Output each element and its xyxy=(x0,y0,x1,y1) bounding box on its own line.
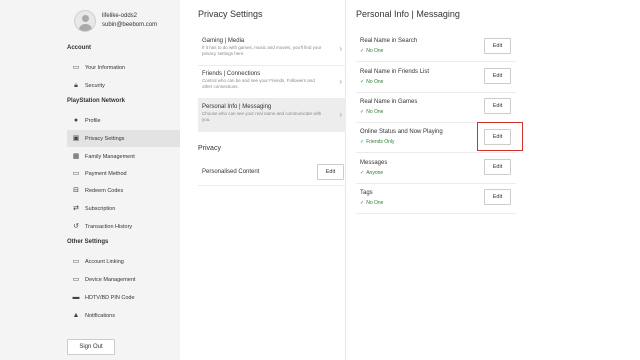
tv-icon: ▬ xyxy=(72,294,80,301)
sidebar-item-your-information[interactable]: ▭ Your Information xyxy=(67,59,180,76)
setting-name: Real Name in Games xyxy=(360,99,418,105)
sidebar-item-security[interactable]: 🔒︎ Security xyxy=(67,77,180,94)
edit-button-real-name-games[interactable]: Edit xyxy=(484,98,511,114)
bell-icon: ▲ xyxy=(72,312,80,319)
check-icon: ✓ xyxy=(360,109,365,115)
sidebar-item-family-management[interactable]: ▦ Family Management xyxy=(67,148,180,165)
privacy-heading: Privacy xyxy=(198,145,221,152)
profile-icon: ● xyxy=(73,117,79,124)
privacy-item-desc: If it has to do with games, music and mo… xyxy=(202,45,322,56)
privacy-item-desc: Control who can be and see your Friends,… xyxy=(202,78,315,89)
setting-name: Real Name in Friends List xyxy=(360,69,430,75)
personal-info-title: Personal Info | Messaging xyxy=(356,9,460,19)
link-icon: ▭ xyxy=(72,258,80,265)
setting-value: No One xyxy=(366,109,384,115)
sidebar-item-notifications[interactable]: ▲ Notifications xyxy=(67,307,180,324)
personalised-content-edit-button[interactable]: Edit xyxy=(317,164,344,180)
sidebar-item-label: Security xyxy=(85,82,105,89)
account-heading: Account xyxy=(67,45,91,51)
email: subin@beebom.com xyxy=(102,22,158,28)
sidebar: lifelike-odds2 subin@beebom.com Account … xyxy=(0,0,180,360)
sidebar-item-transaction-history[interactable]: ↺ Transaction History xyxy=(67,218,180,235)
family-icon: ▦ xyxy=(72,153,80,160)
sidebar-item-payment-method[interactable]: ▭ Payment Method xyxy=(67,165,180,182)
privacy-item-gaming-media[interactable]: Gaming | Media If it has to do with game… xyxy=(198,33,346,66)
sign-out-button[interactable]: Sign Out xyxy=(67,339,115,355)
edit-button-real-name-friends[interactable]: Edit xyxy=(484,68,511,84)
privacy-settings-title: Privacy Settings xyxy=(198,9,263,19)
sidebar-item-profile[interactable]: ● Profile xyxy=(67,112,180,129)
highlight-box xyxy=(477,122,523,151)
sidebar-item-redeem-codes[interactable]: ⊟ Redeem Codes xyxy=(67,182,180,199)
setting-value: No One xyxy=(366,79,384,85)
sidebar-item-label: Transaction History xyxy=(85,223,133,230)
setting-name: Tags xyxy=(360,190,373,196)
sidebar-item-privacy-settings[interactable]: ▣ Privacy Settings xyxy=(67,130,180,147)
setting-value: No One xyxy=(366,48,384,54)
sidebar-item-label: HDTV/BD PIN Code xyxy=(85,294,135,301)
setting-value: No One xyxy=(366,200,384,206)
sidebar-item-label: Your Information xyxy=(85,64,126,71)
privacy-item-title: Personal Info | Messaging xyxy=(202,104,272,110)
edit-button-messages[interactable]: Edit xyxy=(484,159,511,175)
sidebar-item-subscription[interactable]: ⇄ Subscription xyxy=(67,200,180,217)
lock-icon: 🔒︎ xyxy=(74,82,78,89)
avatar xyxy=(74,10,96,32)
check-icon: ✓ xyxy=(360,79,365,85)
sidebar-item-label: Account Linking xyxy=(85,258,124,265)
privacy-item-friends-connections[interactable]: Friends | Connections Control who can be… xyxy=(198,66,346,99)
privacy-item-desc: Choose who can see your real name and co… xyxy=(202,111,322,122)
privacy-item-personal-info[interactable]: Personal Info | Messaging Choose who can… xyxy=(198,99,346,132)
setting-name: Messages xyxy=(360,160,388,166)
privacy-item-title: Friends | Connections xyxy=(202,71,261,77)
history-icon: ↺ xyxy=(73,223,79,230)
check-icon: ✓ xyxy=(360,139,365,145)
psn-heading: PlayStation Network xyxy=(67,98,126,104)
sidebar-item-device-management[interactable]: ▭ Device Management xyxy=(67,271,180,288)
sidebar-item-label: Profile xyxy=(85,117,101,124)
chevron-right-icon: › xyxy=(339,44,342,53)
check-icon: ✓ xyxy=(360,170,365,176)
sidebar-item-label: Device Management xyxy=(85,276,136,283)
other-heading: Other Settings xyxy=(67,239,109,245)
id-card-icon: ▭ xyxy=(72,64,80,71)
privacy-icon: ▣ xyxy=(72,135,80,142)
personal-info-panel: Personal Info | Messaging Real Name in S… xyxy=(346,0,640,360)
sidebar-item-label: Redeem Codes xyxy=(85,187,124,194)
profile-header: lifelike-odds2 subin@beebom.com xyxy=(74,10,157,32)
sidebar-item-label: Subscription xyxy=(85,205,116,212)
edit-button-real-name-search[interactable]: Edit xyxy=(484,38,511,54)
sidebar-item-account-linking[interactable]: ▭ Account Linking xyxy=(67,253,180,270)
personalised-content-label: Personalised Content xyxy=(202,168,260,175)
sidebar-item-label: Family Management xyxy=(85,153,135,160)
setting-value: Friends Only xyxy=(366,139,395,145)
subscription-icon: ⇄ xyxy=(73,205,79,212)
check-icon: ✓ xyxy=(360,48,365,54)
setting-name: Online Status and Now Playing xyxy=(360,129,443,135)
device-icon: ▭ xyxy=(72,276,80,283)
card-icon: ▭ xyxy=(72,170,80,177)
sidebar-item-label: Privacy Settings xyxy=(85,135,125,142)
setting-name: Real Name in Search xyxy=(360,38,418,44)
chevron-right-icon: › xyxy=(339,77,342,86)
redeem-icon: ⊟ xyxy=(73,187,79,194)
edit-button-tags[interactable]: Edit xyxy=(484,189,511,205)
chevron-right-icon: › xyxy=(339,110,342,119)
sidebar-item-hdtv-pin[interactable]: ▬ HDTV/BD PIN Code xyxy=(67,289,180,306)
sidebar-item-label: Payment Method xyxy=(85,170,127,177)
setting-value: Anyone xyxy=(366,170,384,176)
privacy-settings-panel: Privacy Settings Gaming | Media If it ha… xyxy=(180,0,346,360)
check-icon: ✓ xyxy=(360,200,365,206)
privacy-item-title: Gaming | Media xyxy=(202,38,245,44)
sidebar-item-label: Notifications xyxy=(85,312,115,319)
username: lifelike-odds2 xyxy=(102,13,138,19)
